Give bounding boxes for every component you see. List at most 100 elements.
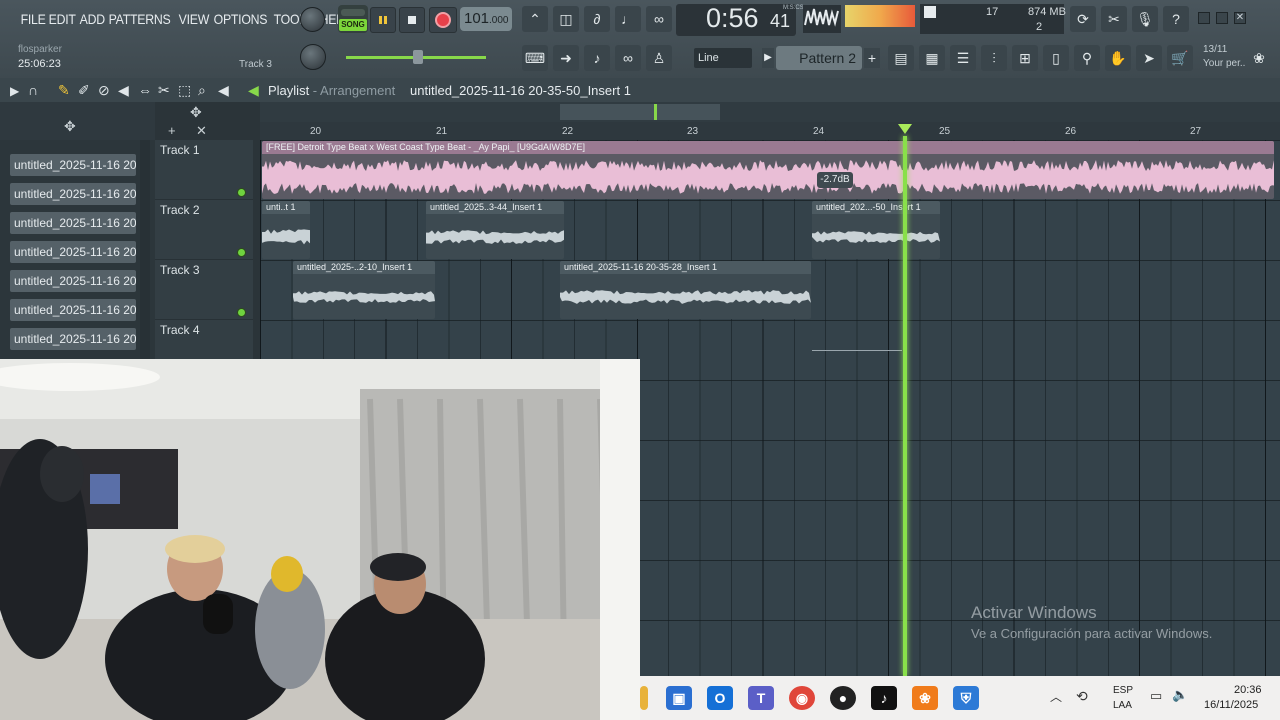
maximize-button[interactable]	[1216, 12, 1228, 24]
select-icon[interactable]: ⬚	[178, 82, 191, 99]
move-tracks-icon[interactable]: ✥	[190, 104, 202, 121]
news-text[interactable]: Your per..	[1203, 58, 1245, 69]
browser-item[interactable]: untitled_2025-11-16 20-...	[10, 299, 136, 321]
wait-input-icon[interactable]: ◫	[553, 6, 579, 32]
audio-clip[interactable]: untitled_2025-..2-10_Insert 1	[293, 261, 435, 319]
stamp-icon[interactable]: ♙	[646, 45, 672, 71]
track-mute-led[interactable]	[237, 188, 246, 197]
pattern-song-toggle[interactable]: SONG	[338, 5, 368, 33]
track-header[interactable]: Track 1	[155, 140, 253, 200]
menu-add[interactable]: ADD	[77, 8, 108, 30]
taskbar-date[interactable]: 16/11/2025	[1204, 699, 1258, 711]
fl-studio-taskbar-icon[interactable]: ❀	[912, 686, 938, 710]
audio-clip[interactable]: [FREE] Detroit Type Beat x West Coast Ty…	[262, 141, 1274, 199]
stop-button[interactable]	[399, 7, 425, 33]
piano-roll-icon[interactable]: ▦	[919, 45, 945, 71]
loop-record-icon[interactable]: ∞	[646, 6, 672, 32]
snap-selector[interactable]: Line	[694, 48, 752, 68]
playhead-marker-icon[interactable]	[898, 124, 912, 134]
paint-tool-icon[interactable]: ♪	[584, 45, 610, 71]
pencil-icon[interactable]: ✎	[58, 82, 70, 99]
browser-item[interactable]: untitled_2025-11-16 20-...	[10, 328, 136, 350]
browser-icon[interactable]: ⊞	[1012, 45, 1038, 71]
tempo-display[interactable]: 101.000	[460, 7, 512, 31]
link-icon[interactable]: ∞	[615, 45, 641, 71]
defender-icon[interactable]: ⛨	[953, 686, 979, 710]
track-header[interactable]: Track 3	[155, 260, 253, 320]
taskbar-time[interactable]: 20:36	[1234, 684, 1262, 696]
remove-track-icon[interactable]: ✕	[196, 123, 207, 139]
timeline-ruler[interactable]	[260, 122, 1280, 140]
close-button[interactable]: ✕	[1234, 12, 1246, 24]
typing-keyboard-icon[interactable]: ⌨	[522, 45, 548, 71]
input-language[interactable]: ESP	[1113, 685, 1133, 696]
cart-icon[interactable]: 🛒	[1167, 45, 1193, 71]
teams-icon[interactable]: T	[748, 686, 774, 710]
input-layout[interactable]: LAA	[1113, 700, 1132, 711]
tempo-tap-icon[interactable]: ✋	[1105, 45, 1131, 71]
tiktok-icon[interactable]: ♪	[871, 686, 897, 710]
add-pattern-button[interactable]: +	[864, 48, 880, 68]
pitch-knob[interactable]	[300, 44, 326, 70]
browser-item[interactable]: untitled_2025-11-16 20-...	[10, 270, 136, 292]
davinci-icon[interactable]: ●	[830, 686, 856, 710]
pause-button[interactable]	[370, 7, 396, 33]
audio-clip[interactable]: unti..t 1	[262, 201, 310, 259]
countdown-icon[interactable]: ∂	[584, 6, 610, 32]
browser-item[interactable]: untitled_2025-11-16 20-...	[10, 183, 136, 205]
add-track-icon[interactable]: +	[168, 123, 176, 138]
pattern-selector[interactable]: Pattern 2	[776, 46, 862, 70]
channel-rack-icon[interactable]: ☰	[950, 45, 976, 71]
chrome-icon[interactable]: ◉	[789, 686, 815, 710]
track-mute-led[interactable]	[237, 248, 246, 257]
mute-icon[interactable]: ◀	[118, 82, 129, 99]
project-icon[interactable]: ▯	[1043, 45, 1069, 71]
track-header[interactable]: Track 4	[155, 320, 253, 360]
master-volume-handle[interactable]	[413, 50, 423, 64]
song-position-display[interactable]: 0:56	[706, 3, 759, 34]
paint-brush-icon[interactable]: ✐	[78, 82, 90, 99]
track-header[interactable]: Track 2	[155, 200, 253, 260]
delete-icon[interactable]: ⊘	[98, 82, 110, 99]
browser-item[interactable]: untitled_2025-11-16 20-...	[10, 212, 136, 234]
mixer-icon[interactable]: ⫶	[981, 45, 1007, 71]
tray-chevron-icon[interactable]: ︿	[1050, 688, 1062, 705]
zoom-icon[interactable]: ⌕	[198, 82, 206, 99]
help-icon[interactable]: ?	[1163, 6, 1189, 32]
minimize-button[interactable]	[1198, 12, 1210, 24]
flag-icon[interactable]: ➤	[1136, 45, 1162, 71]
file-explorer-icon[interactable]	[640, 686, 648, 710]
metronome-icon[interactable]: ⌃	[522, 6, 548, 32]
audio-clip[interactable]: untitled_2025..3-44_Insert 1	[426, 201, 564, 259]
sync-icon[interactable]: ⟲	[1076, 688, 1088, 705]
move-icon[interactable]: ✥	[64, 118, 76, 135]
horizontal-scroll-track[interactable]	[260, 102, 1280, 122]
track-mute-led[interactable]	[237, 308, 246, 317]
playback-icon[interactable]: ◀	[218, 82, 229, 99]
magnet-icon[interactable]: ∩	[28, 82, 38, 98]
step-edit-icon[interactable]: ♩	[615, 6, 641, 32]
menu-edit[interactable]: EDIT	[46, 8, 78, 30]
horizontal-scroll-thumb[interactable]	[560, 104, 720, 120]
pattern-prev-button[interactable]: ▶	[762, 48, 774, 68]
menu-options[interactable]: OPTIONS	[211, 8, 270, 30]
slip-icon[interactable]: ⇔	[138, 82, 152, 98]
microphone-icon[interactable]: 🎙	[1132, 6, 1158, 32]
browser-scrollbar[interactable]	[140, 140, 150, 360]
browser-item[interactable]: untitled_2025-11-16 20-...	[10, 241, 136, 263]
menu-patterns[interactable]: PATTERNS	[106, 8, 173, 30]
menu-file[interactable]: FILE	[18, 8, 48, 30]
playlist-menu-arrow-icon[interactable]: ▶	[10, 84, 19, 98]
audio-clip[interactable]: untitled_2025-11-16 20-35-28_Insert 1	[560, 261, 811, 319]
slice-icon[interactable]: ✂	[158, 82, 170, 99]
store-icon[interactable]: ▣	[666, 686, 692, 710]
undo-history-icon[interactable]: ⟳	[1070, 6, 1096, 32]
outlook-icon[interactable]: O	[707, 686, 733, 710]
plugin-icon[interactable]: ⚲	[1074, 45, 1100, 71]
playlist-icon[interactable]: ▤	[888, 45, 914, 71]
network-icon[interactable]: ▭	[1150, 688, 1162, 704]
audio-clip[interactable]: untitled_202...-50_Insert 1	[812, 201, 940, 259]
cut-icon[interactable]: ✂	[1101, 6, 1127, 32]
volume-icon[interactable]: 🔈	[1172, 687, 1188, 703]
main-volume-knob[interactable]	[300, 7, 325, 32]
